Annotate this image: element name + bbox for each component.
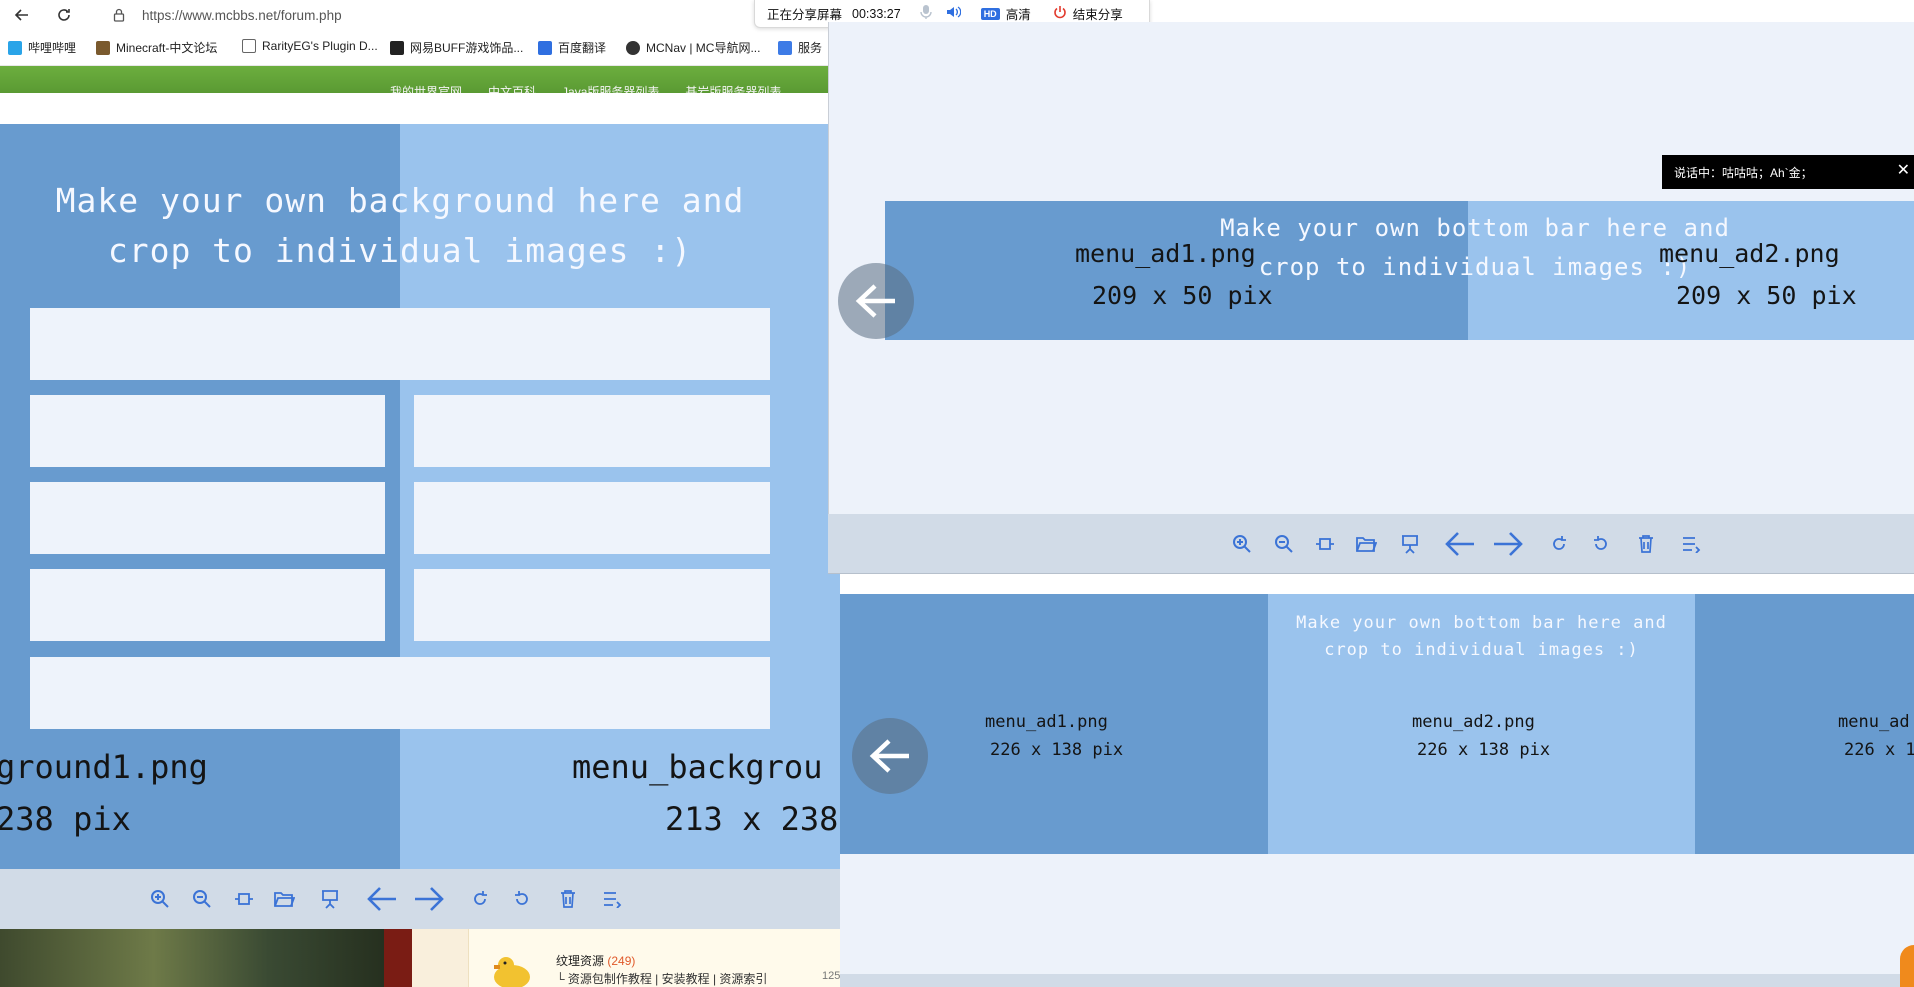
- placeholder-slab: [414, 395, 770, 467]
- zoom-in-icon[interactable]: [148, 887, 172, 911]
- forum-nav-spacer: [0, 93, 830, 124]
- forum-side-strip: [412, 929, 468, 987]
- forum-section-links[interactable]: └ 资源包制作教程 | 安装教程 | 资源索引: [556, 970, 767, 987]
- prev-image-button[interactable]: [852, 718, 928, 794]
- address-bar[interactable]: https://www.mcbbs.net/forum.php: [96, 3, 756, 27]
- fit-icon[interactable]: [1313, 532, 1337, 556]
- ad2-size: 226 x 138 pix: [1417, 740, 1551, 760]
- back-button[interactable]: [10, 3, 34, 27]
- bookmark-item[interactable]: 服务: [778, 39, 822, 56]
- bookmark-item[interactable]: 哔哩哔哩: [8, 39, 76, 56]
- open-folder-icon[interactable]: [1354, 532, 1378, 556]
- placeholder-slab: [30, 482, 385, 554]
- background-instructions: Make your own background here and crop t…: [55, 181, 745, 270]
- next-arrow-icon[interactable]: [413, 885, 445, 913]
- url-text: https://www.mcbbs.net/forum.php: [142, 7, 342, 23]
- page-icon: [242, 39, 256, 53]
- ad1-size: 209 x 50 pix: [1092, 281, 1273, 310]
- menu-icon[interactable]: [1679, 532, 1703, 556]
- translate-icon: [538, 40, 552, 55]
- bg1-filename: ground1.png: [0, 748, 208, 786]
- ad2-size: 209 x 50 pix: [1676, 281, 1857, 310]
- ad1-filename: menu_ad1.png: [1075, 239, 1256, 268]
- menu-icon[interactable]: [600, 887, 624, 911]
- rotate-ccw-icon[interactable]: [510, 887, 534, 911]
- end-share-button[interactable]: 结束分享: [1073, 4, 1123, 23]
- bookmark-item[interactable]: 网易BUFF游戏饰品...: [390, 39, 523, 56]
- forum-grass-header: 我的世界官网 中文百科 Java版服务器列表 基岩版服务器列表: [0, 66, 830, 99]
- speaker-icon[interactable]: [945, 4, 962, 23]
- ad2-filename: menu_ad2.png: [1412, 712, 1535, 732]
- buff-icon: [390, 40, 404, 55]
- service-icon: [778, 40, 792, 55]
- back-arrow-icon: [14, 9, 28, 21]
- minecraft-block-icon: [96, 40, 110, 55]
- next-arrow-icon[interactable]: [1492, 530, 1524, 558]
- bottom-bar-image: Make your own bottom bar here and crop t…: [885, 201, 1914, 340]
- hd-badge: HD: [980, 7, 1000, 20]
- delete-icon[interactable]: [556, 887, 580, 911]
- bookmark-item[interactable]: RarityEG's Plugin D...: [242, 39, 378, 53]
- forum-section-title[interactable]: 纹理资源 (249): [556, 952, 635, 969]
- forum-section-number: 125: [822, 970, 841, 982]
- placeholder-slab: [414, 482, 770, 554]
- slideshow-icon[interactable]: [318, 887, 342, 911]
- fit-icon[interactable]: [232, 887, 256, 911]
- rotate-ccw-icon[interactable]: [1589, 532, 1613, 556]
- placeholder-slab: [30, 657, 770, 729]
- slideshow-icon[interactable]: [1398, 532, 1422, 556]
- bg1-size: 238 pix: [0, 800, 131, 838]
- share-status: 正在分享屏幕: [767, 8, 843, 22]
- bookmark-item[interactable]: Minecraft-中文论坛: [96, 39, 217, 56]
- bookmark-item[interactable]: MCNav | MC导航网...: [626, 39, 760, 56]
- open-folder-icon[interactable]: [272, 887, 296, 911]
- bookmarks-bar: 哔哩哔哩 Minecraft-中文论坛 RarityEG's Plugin D.…: [0, 30, 830, 66]
- prev-arrow-icon[interactable]: [366, 885, 398, 913]
- reload-icon: [58, 9, 70, 21]
- back-arrow-icon: [869, 739, 909, 773]
- back-arrow-icon: [855, 284, 895, 318]
- duck-icon: [494, 957, 530, 987]
- share-timer: 00:33:27: [852, 6, 901, 21]
- power-icon: [1053, 5, 1067, 22]
- ad1-size: 226 x 138 pix: [990, 740, 1124, 760]
- microphone-icon[interactable]: [919, 4, 933, 23]
- ad2-filename: menu_ad2.png: [1659, 239, 1840, 268]
- top-right-viewer-toolbar: [828, 514, 1914, 574]
- lock-icon: [113, 8, 125, 22]
- close-icon[interactable]: ✕: [1897, 163, 1910, 179]
- ad3-size: 226 x 13: [1844, 740, 1914, 760]
- bottom-right-viewer-toolbar-edge: [840, 974, 1914, 987]
- bg2-size: 213 x 238 pix: [665, 800, 840, 838]
- screen: https://www.mcbbs.net/forum.php 哔哩哔哩 Min…: [0, 0, 1914, 987]
- bilibili-icon: [8, 40, 22, 55]
- zoom-out-icon[interactable]: [190, 887, 214, 911]
- ad1-filename: menu_ad1.png: [985, 712, 1108, 732]
- reload-button[interactable]: [52, 3, 76, 27]
- bookmark-item[interactable]: 百度翻译: [538, 39, 606, 56]
- speaking-indicator: 说话中：咕咕咕；Ah`金； ✕: [1662, 155, 1914, 189]
- delete-icon[interactable]: [1634, 532, 1658, 556]
- ad3-filename: menu_ad: [1838, 712, 1910, 732]
- zoom-out-icon[interactable]: [1272, 532, 1296, 556]
- rotate-cw-icon[interactable]: [1547, 532, 1571, 556]
- rotate-cw-icon[interactable]: [468, 887, 492, 911]
- zoom-in-icon[interactable]: [1230, 532, 1254, 556]
- quality-button[interactable]: 高清: [1006, 4, 1031, 23]
- prev-image-button[interactable]: [838, 263, 914, 339]
- mcnav-icon: [626, 40, 640, 55]
- forum-red-pillar: [384, 929, 412, 987]
- bg2-filename: menu_backgrou: [572, 748, 823, 786]
- forum-banner-image: [0, 929, 384, 987]
- placeholder-slab: [414, 569, 770, 641]
- placeholder-slab: [30, 569, 385, 641]
- floating-widget-edge[interactable]: [1900, 945, 1914, 987]
- left-viewer-canvas: Make your own background here and crop t…: [0, 124, 840, 869]
- placeholder-slab: [30, 308, 770, 380]
- prev-arrow-icon[interactable]: [1444, 530, 1476, 558]
- placeholder-slab: [30, 395, 385, 467]
- bottom-bar-instructions: Make your own bottom bar here and crop t…: [1296, 613, 1667, 660]
- left-viewer-toolbar: [0, 869, 840, 929]
